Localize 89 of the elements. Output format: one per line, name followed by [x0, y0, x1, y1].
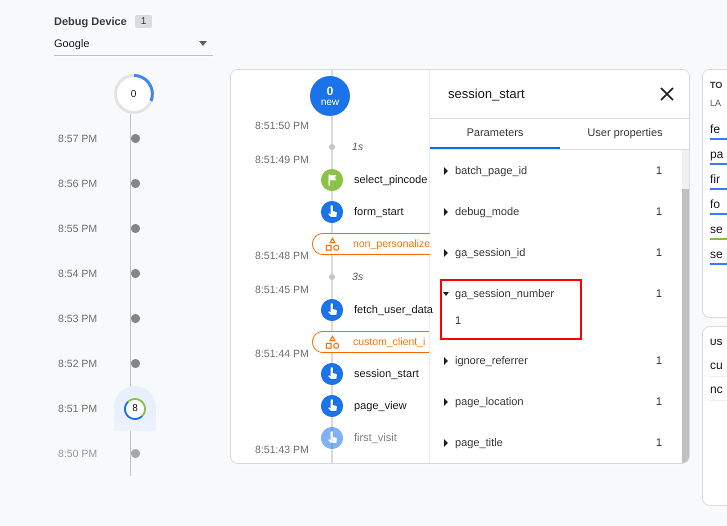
- touch-icon: [321, 363, 343, 385]
- card-item[interactable]: pa: [710, 147, 727, 161]
- minute-dot[interactable]: [130, 134, 140, 143]
- minute-highlight[interactable]: 8: [114, 386, 156, 431]
- card-item[interactable]: se: [710, 247, 727, 261]
- minute-dot[interactable]: [130, 359, 140, 368]
- minute-dot[interactable]: [130, 269, 140, 278]
- parameter-count: 1: [656, 246, 662, 258]
- gap-dot: [329, 144, 335, 150]
- parameter-name[interactable]: debug_mode: [455, 206, 656, 218]
- minute-time: 8:52 PM: [57, 358, 98, 370]
- card-item[interactable]: fe: [710, 122, 727, 136]
- parameter-count: 1: [656, 164, 662, 176]
- minute-dot[interactable]: [130, 314, 140, 323]
- card-item[interactable]: fir: [710, 172, 727, 186]
- parameter-name[interactable]: batch_page_id: [455, 164, 656, 176]
- card-item[interactable]: cu: [710, 358, 723, 372]
- card-item[interactable]: fo: [710, 197, 727, 211]
- caret-icon: [443, 248, 449, 256]
- flag-icon: [321, 169, 343, 191]
- touch-icon: [321, 201, 343, 223]
- parameter-count: 1: [656, 396, 662, 408]
- minute-dot[interactable]: [130, 224, 140, 233]
- parameter-name[interactable]: page_title: [455, 436, 656, 448]
- new-events-bubble[interactable]: 0 new: [310, 76, 350, 116]
- event-name[interactable]: select_pincode: [354, 174, 428, 186]
- device-label: Debug Device: [54, 16, 127, 28]
- minute-dot[interactable]: [130, 179, 140, 188]
- card-subtitle: LA: [710, 98, 722, 110]
- scrollbar-thumb[interactable]: [682, 189, 689, 463]
- caret-icon: [443, 166, 449, 174]
- event-timestamp: 8:51:50 PM: [255, 120, 309, 132]
- minute-time: 8:54 PM: [57, 268, 98, 280]
- minute-time: 8:57 PM: [57, 132, 98, 144]
- countdown-timer: 0: [114, 74, 154, 114]
- time-gap: 1s: [352, 141, 364, 153]
- minute-time: 8:51 PM: [57, 402, 98, 414]
- tab[interactable]: Parameters: [430, 118, 560, 149]
- caret-icon: [443, 290, 449, 298]
- event-name[interactable]: session_start: [354, 368, 419, 380]
- new-event-count: 0: [326, 84, 334, 96]
- caret-icon: [443, 438, 449, 446]
- event-name: custom_client_i: [353, 336, 426, 348]
- tab[interactable]: User properties: [560, 118, 689, 149]
- minute-time: 8:53 PM: [57, 312, 98, 324]
- card-title: TO: [710, 80, 724, 92]
- touch-icon: [321, 427, 343, 449]
- event-timestamp: 8:51:48 PM: [255, 250, 309, 262]
- shapes-icon: [325, 334, 340, 350]
- parameter-count: 1: [656, 354, 662, 366]
- minute-time: 8:50 PM: [57, 448, 98, 460]
- gap-dot: [329, 274, 335, 280]
- caret-icon: [443, 208, 449, 216]
- card-title: US: [710, 337, 724, 349]
- event-timestamp: 8:51:45 PM: [255, 284, 309, 296]
- touch-icon: [321, 395, 343, 417]
- event-timestamp: 8:51:43 PM: [255, 444, 309, 456]
- close-icon[interactable]: [660, 86, 674, 101]
- parameter-count: 1: [656, 436, 662, 448]
- detail-title: session_start: [448, 86, 525, 102]
- shapes-icon: [325, 236, 340, 252]
- event-timestamp: 8:51:49 PM: [255, 154, 309, 166]
- parameter-count: 1: [656, 288, 662, 302]
- device-count: 1: [134, 15, 152, 28]
- parameter-name[interactable]: ga_session_number: [455, 288, 580, 300]
- parameter-name[interactable]: ignore_referrer: [455, 354, 656, 366]
- event-name[interactable]: first_visit: [354, 432, 397, 444]
- event-timestamp: 8:51:44 PM: [255, 348, 309, 360]
- minute-time: 8:55 PM: [57, 222, 98, 234]
- event-name[interactable]: page_view: [354, 400, 407, 412]
- caret-icon: [443, 398, 449, 406]
- minute-time: 8:56 PM: [57, 178, 98, 190]
- new-label: new: [320, 96, 340, 108]
- parameter-name[interactable]: ga_session_id: [455, 246, 656, 258]
- parameter-name[interactable]: page_location: [455, 396, 656, 408]
- event-name[interactable]: form_start: [354, 206, 404, 218]
- device-dropdown[interactable]: Google: [54, 36, 213, 56]
- parameter-value: 1: [454, 315, 462, 327]
- dropdown-caret-icon: [199, 41, 207, 46]
- event-name[interactable]: fetch_user_data: [354, 304, 433, 316]
- caret-icon: [443, 356, 449, 364]
- event-name: non_personalize: [353, 238, 430, 250]
- time-gap: 3s: [352, 271, 364, 283]
- card-item[interactable]: nc: [710, 382, 723, 396]
- parameter-count: 1: [656, 206, 662, 218]
- touch-icon: [321, 299, 343, 321]
- card-item[interactable]: se: [710, 222, 727, 236]
- minute-event-count: 8: [124, 398, 146, 420]
- minute-dot[interactable]: [130, 449, 140, 458]
